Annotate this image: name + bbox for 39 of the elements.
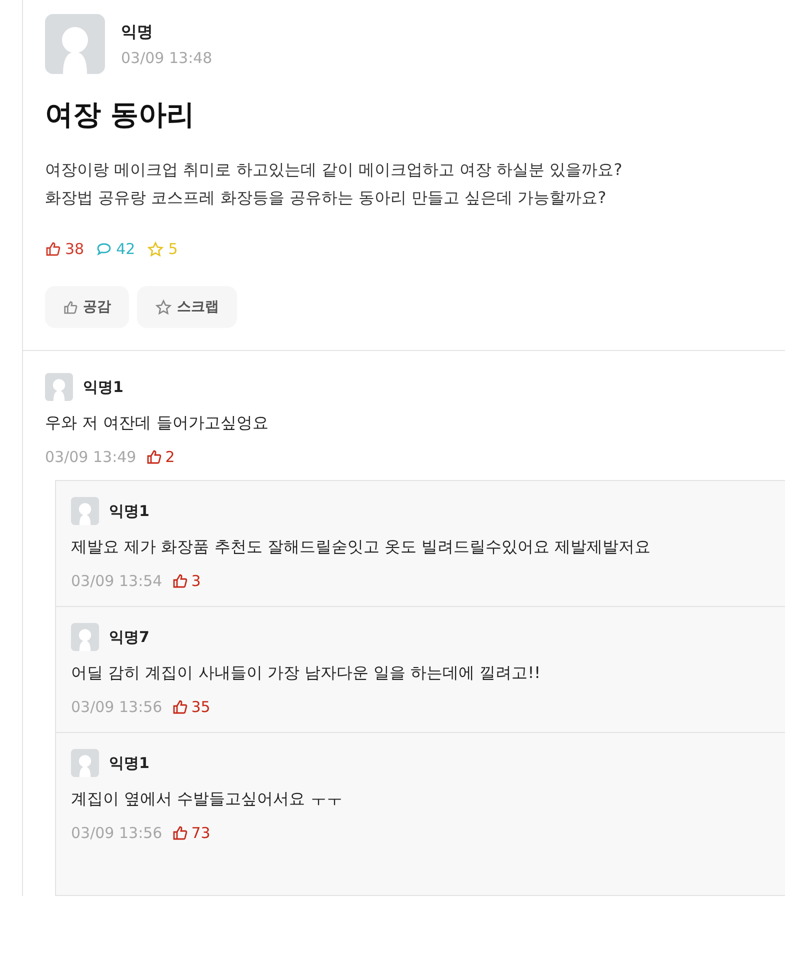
comment-time: 03/09 13:49 [45, 448, 136, 466]
commenter-name: 익명1 [83, 378, 124, 396]
like-count: 35 [172, 698, 210, 716]
avatar-icon [71, 623, 99, 651]
like-count: 73 [172, 824, 210, 842]
post-body: 여장이랑 메이크업 취미로 하고있는데 같이 메이크업하고 여장 하실분 있을까요? 화장법 공유랑 코스프레 화장등을 공유하는 동아리 만들고 싶은데 가능할까요? [45, 159, 624, 209]
author-name: 익명 [121, 22, 154, 42]
thumbs-up-icon [172, 573, 188, 589]
post-title: 여장 동아리 [45, 97, 196, 133]
thumbs-up-icon [45, 241, 61, 257]
comment-time: 03/09 13:56 [71, 824, 162, 842]
star-icon [147, 240, 164, 258]
thumbs-up-icon [146, 449, 162, 465]
comment-text: 우와 저 여잔데 들어가고싶엉요 [45, 413, 270, 434]
scrap-count: 5 [147, 240, 178, 258]
thumbs-up-icon [172, 825, 188, 841]
like-button[interactable]: 공감 [45, 286, 129, 328]
comment-text: 제발요 제가 화장품 추천도 잘해드릴숟잇고 옷도 빌려드릴수있어요 제발제발저요 [71, 537, 652, 558]
avatar-icon [71, 497, 99, 525]
scrap-button[interactable]: 스크랩 [137, 286, 237, 328]
comment-count: 42 [96, 240, 136, 258]
star-icon [155, 298, 172, 316]
commenter-name: 익명1 [109, 754, 150, 772]
avatar-icon [45, 373, 73, 401]
like-count: 3 [172, 572, 201, 590]
speech-bubble-icon [96, 241, 112, 257]
thumbs-up-icon [172, 699, 188, 715]
post-time: 03/09 13:48 [121, 48, 212, 66]
comment-time: 03/09 13:54 [71, 572, 162, 590]
avatar-icon [45, 14, 105, 74]
like-count: 2 [146, 448, 175, 466]
commenter-name: 익명1 [109, 502, 150, 520]
like-count: 38 [45, 240, 84, 258]
comment-text: 계집이 옆에서 수발들고싶어서요 ㅜㅜ [71, 789, 344, 810]
comment-time: 03/09 13:56 [71, 698, 162, 716]
thumbs-up-icon [63, 300, 78, 314]
avatar-icon [71, 749, 99, 777]
comment-text: 어딜 감히 계집이 사내들이 가장 남자다운 일을 하는데에 낄려고!! [71, 663, 542, 684]
commenter-name: 익명7 [109, 628, 150, 646]
